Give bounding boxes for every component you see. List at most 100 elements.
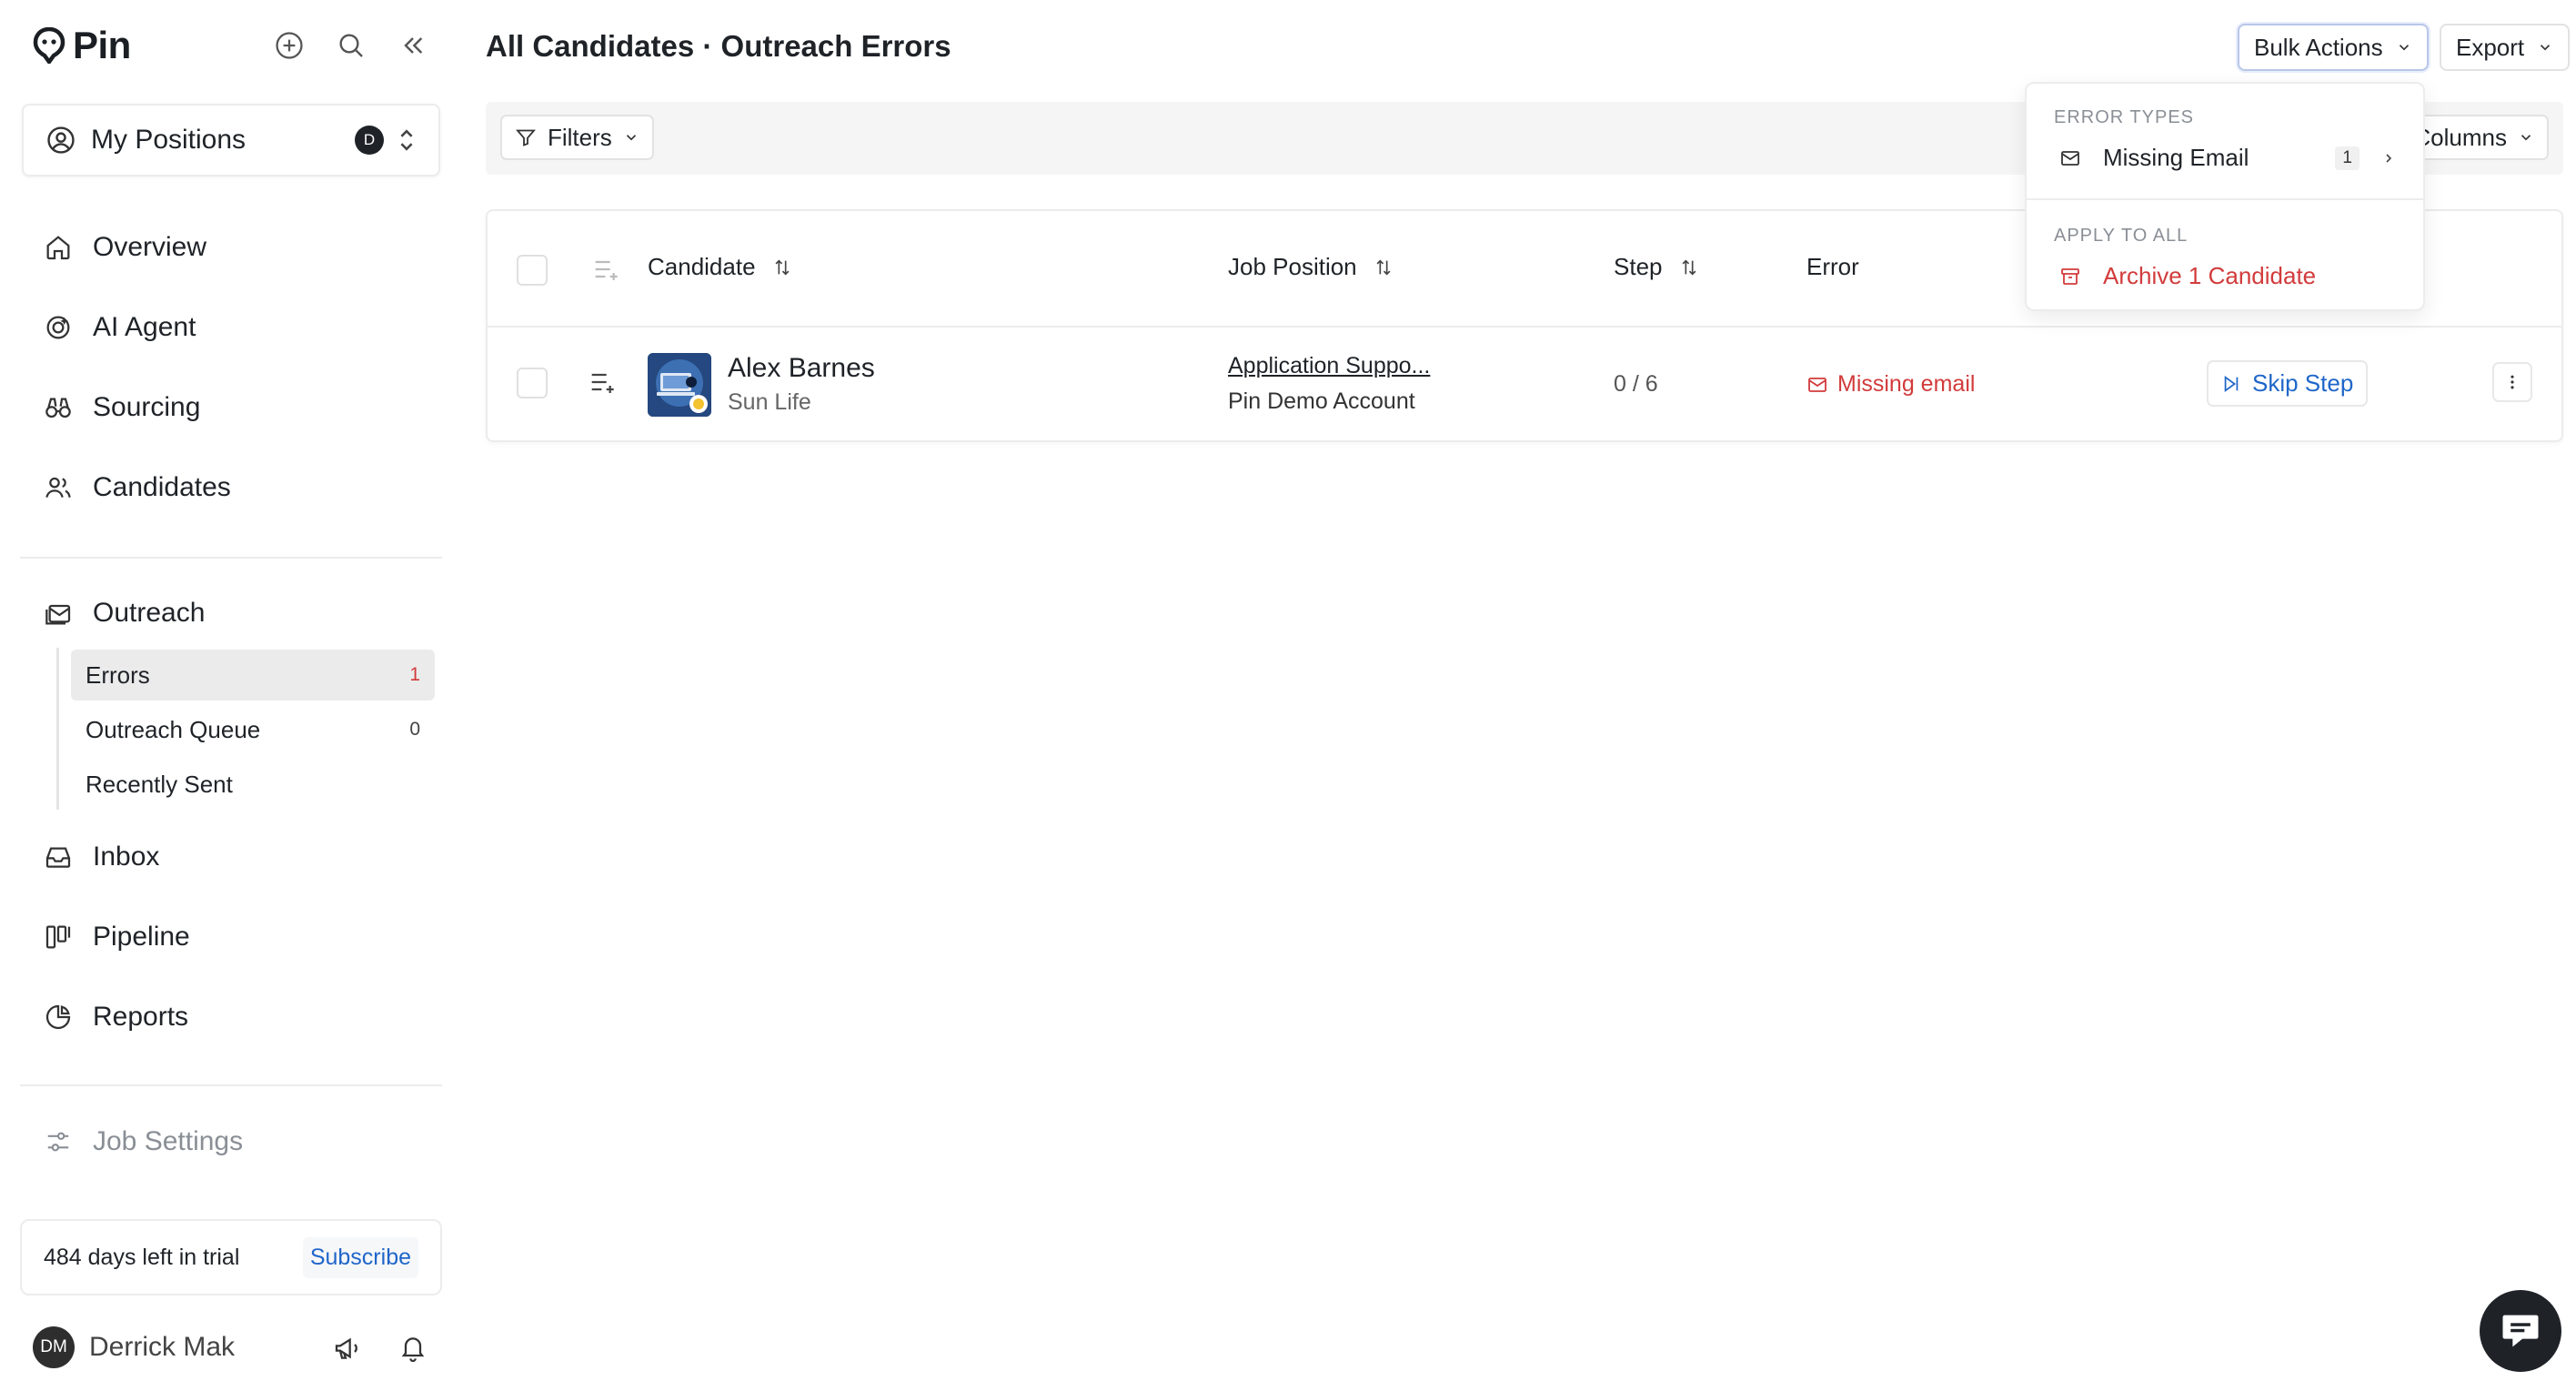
mail-icon: [1808, 377, 1826, 392]
chevrons-left-icon: [404, 37, 423, 54]
sort-icon: [1682, 258, 1696, 276]
bulk-actions-label: Bulk Actions: [2254, 33, 2383, 61]
step-value: 0 / 6: [1614, 371, 1658, 397]
columns-label: Columns: [2413, 123, 2507, 151]
nav-candidates-label: Candidates: [93, 472, 231, 502]
candidate-company: Sun Life: [728, 389, 811, 415]
candidate-avatar: [648, 353, 711, 417]
job-position-cell: Application Suppo... Pin Demo Account: [1228, 353, 1430, 415]
bulk-actions-button[interactable]: Bulk Actions: [2238, 24, 2429, 71]
chevron-down-icon: [626, 135, 636, 141]
menu-separator: [2027, 198, 2423, 200]
outreach-sub-line: [56, 648, 59, 810]
nav-candidates[interactable]: Candidates: [42, 462, 231, 513]
plus-circle-icon: [276, 32, 303, 59]
missing-email-label: Missing Email: [2103, 144, 2249, 171]
outreach-queue-label: Outreach Queue: [86, 715, 261, 743]
add-to-list-button[interactable]: [589, 369, 619, 395]
error-cell: Missing email: [1806, 371, 1975, 398]
outreach-queue-count: 0: [409, 719, 420, 740]
chevron-up-down-icon: [400, 129, 413, 151]
sidebar-item-recently-sent[interactable]: Recently Sent: [71, 759, 435, 810]
inbox-icon: [45, 847, 71, 868]
bell-icon: [401, 1337, 425, 1363]
column-header-candidate[interactable]: Candidate: [648, 253, 792, 281]
support-chat-button[interactable]: [2480, 1290, 2561, 1372]
pin-logo-icon: [33, 27, 65, 64]
positions-selector[interactable]: My Positions D: [22, 104, 440, 176]
nav-job-settings[interactable]: Job Settings: [42, 1116, 243, 1167]
sort-icon: [775, 258, 790, 276]
ai-agent-icon: [46, 316, 70, 339]
nav-reports[interactable]: Reports: [42, 992, 188, 1043]
mail-stack-icon: [45, 604, 71, 625]
export-button[interactable]: Export: [2440, 24, 2571, 71]
chevron-right-icon: [2386, 153, 2392, 163]
column-header-step[interactable]: Step: [1614, 253, 1699, 281]
column-header-job-position[interactable]: Job Position: [1228, 253, 1394, 281]
nav-outreach-label: Outreach: [93, 598, 206, 628]
nav-ai-agent-label: AI Agent: [93, 312, 196, 342]
row-more-button[interactable]: [2492, 362, 2532, 402]
skip-step-label: Skip Step: [2252, 369, 2354, 397]
nav-inbox[interactable]: Inbox: [42, 832, 159, 882]
table-row[interactable]: Alex Barnes Sun Life Application Suppo..…: [488, 328, 2561, 440]
user-name: Derrick Mak: [89, 1332, 236, 1362]
nav-inbox-label: Inbox: [93, 842, 160, 872]
job-position-link[interactable]: Application Suppo...: [1228, 353, 1430, 379]
collapse-sidebar-button[interactable]: [393, 25, 433, 66]
recently-sent-label: Recently Sent: [86, 770, 233, 798]
sidebar-item-outreach-queue[interactable]: Outreach Queue 0: [71, 704, 435, 755]
nav-job-settings-label: Job Settings: [93, 1126, 244, 1156]
logo[interactable]: Pin: [33, 24, 131, 67]
menu-item-missing-email[interactable]: Missing Email 1: [2059, 144, 2396, 172]
user-circle-icon: [47, 126, 75, 154]
notifications-button[interactable]: [393, 1328, 433, 1368]
candidate-header-label: Candidate: [648, 253, 756, 280]
filters-label: Filters: [548, 123, 612, 151]
add-button[interactable]: [269, 25, 309, 66]
job-position-header-label: Job Position: [1228, 253, 1357, 280]
announcements-button[interactable]: [327, 1328, 367, 1368]
filters-button[interactable]: Filters: [500, 115, 654, 160]
column-header-error[interactable]: Error: [1806, 253, 1859, 281]
missing-email-count: 1: [2335, 146, 2360, 170]
sort-icon: [1376, 258, 1391, 276]
skip-step-button[interactable]: Skip Step: [2207, 360, 2369, 407]
nav-pipeline[interactable]: Pipeline: [42, 912, 190, 963]
pie-chart-icon: [45, 1004, 71, 1030]
page-title: All Candidates · Outreach Errors: [486, 29, 951, 63]
nav-outreach[interactable]: Outreach: [42, 588, 205, 639]
nav-overview-label: Overview: [93, 232, 207, 262]
avatar: DM: [33, 1326, 75, 1368]
user-profile[interactable]: DM Derrick Mak: [33, 1326, 235, 1368]
trial-banner: 484 days left in trial Subscribe: [20, 1219, 442, 1295]
nav-sourcing-label: Sourcing: [93, 392, 201, 422]
subscribe-button[interactable]: Subscribe: [302, 1236, 418, 1278]
export-label: Export: [2456, 33, 2525, 61]
sliders-icon: [47, 1132, 69, 1152]
skip-forward-icon: [2224, 375, 2239, 392]
nav-ai-agent[interactable]: AI Agent: [42, 302, 196, 353]
candidate-name[interactable]: Alex Barnes: [728, 353, 875, 384]
chevron-down-icon: [2541, 45, 2551, 51]
mail-icon: [2061, 150, 2079, 166]
search-button[interactable]: [331, 25, 371, 66]
app-name: Pin: [73, 24, 131, 66]
trial-text: 484 days left in trial: [44, 1244, 240, 1270]
sidebar-divider: [20, 557, 442, 559]
nav-sourcing[interactable]: Sourcing: [42, 382, 200, 433]
menu-item-archive[interactable]: Archive 1 Candidate: [2059, 262, 2396, 290]
more-vertical-icon: [2511, 375, 2514, 389]
filter-icon: [516, 129, 536, 146]
errors-label: Errors: [86, 660, 150, 689]
app-root: Pin My Positions D Overview AI Agent Sou…: [0, 0, 2576, 1381]
row-checkbox[interactable]: [517, 368, 548, 398]
nav-overview[interactable]: Overview: [42, 222, 206, 273]
list-add-icon: [591, 373, 614, 393]
pipeline-icon: [45, 925, 71, 949]
archive-label: Archive 1 Candidate: [2103, 262, 2317, 289]
nav-reports-label: Reports: [93, 1002, 189, 1032]
sidebar-item-errors[interactable]: Errors 1: [71, 650, 435, 701]
select-all-checkbox[interactable]: [517, 255, 548, 286]
